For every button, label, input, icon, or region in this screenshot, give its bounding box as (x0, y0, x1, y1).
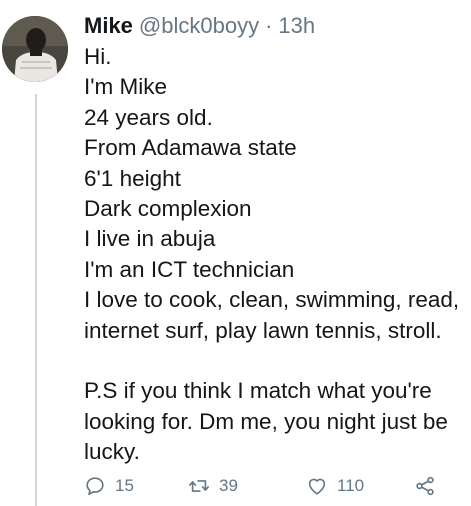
tweet-text-line: internet surf, play lawn tennis, stroll. (84, 317, 442, 343)
author-handle[interactable]: @blck0boyy (139, 12, 259, 40)
tweet-text-line: Dark complexion (84, 196, 252, 222)
tweet-text-line: 6'1 height (84, 165, 181, 191)
tweet-actions: 15 39 110 (84, 472, 464, 500)
tweet-timestamp[interactable]: 13h (278, 12, 315, 40)
tweet-text-line: 24 years old. (84, 104, 213, 130)
reply-button[interactable]: 15 (84, 472, 134, 500)
retweet-count: 39 (219, 476, 238, 495)
tweet-text-line: I love to cook, clean, swimming, read, (84, 287, 460, 313)
avatar[interactable] (2, 16, 68, 82)
tweet-text-line: I'm Mike (84, 74, 168, 100)
tweet-text-line: I'm an ICT technician (84, 256, 295, 282)
header-separator: · (265, 13, 273, 38)
reply-count: 15 (115, 476, 134, 495)
retweet-icon (189, 480, 209, 492)
tweet-header: Mike @blck0boyy · 13h (84, 12, 464, 40)
tweet-ps-line: looking for. Dm me, you night just be (84, 408, 448, 434)
avatar-image (2, 16, 68, 82)
author-name[interactable]: Mike (84, 12, 133, 40)
tweet-text-line: I live in abuja (84, 226, 216, 252)
thread-line (35, 94, 37, 506)
tweet-ps-line: lucky. (84, 439, 140, 465)
tweet-text: Hi. I'm Mike 24 years old. From Adamawa … (84, 42, 464, 468)
share-button[interactable] (414, 472, 436, 500)
tweet-ps-line: P.S if you think I match what you're (84, 378, 432, 404)
like-count: 110 (337, 476, 365, 495)
like-icon (308, 478, 326, 495)
share-icon (416, 476, 434, 496)
avatar-column (0, 0, 80, 506)
tweet-text-line: From Adamawa state (84, 135, 297, 161)
tweet-content: Mike @blck0boyy · 13h Hi. I'm Mike 24 ye… (84, 12, 464, 468)
reply-icon (86, 477, 104, 496)
retweet-button[interactable]: 39 (188, 472, 238, 500)
tweet: Mike @blck0boyy · 13h Hi. I'm Mike 24 ye… (0, 0, 471, 506)
like-button[interactable]: 110 (306, 472, 364, 500)
tweet-text-line: Hi. (84, 44, 112, 69)
